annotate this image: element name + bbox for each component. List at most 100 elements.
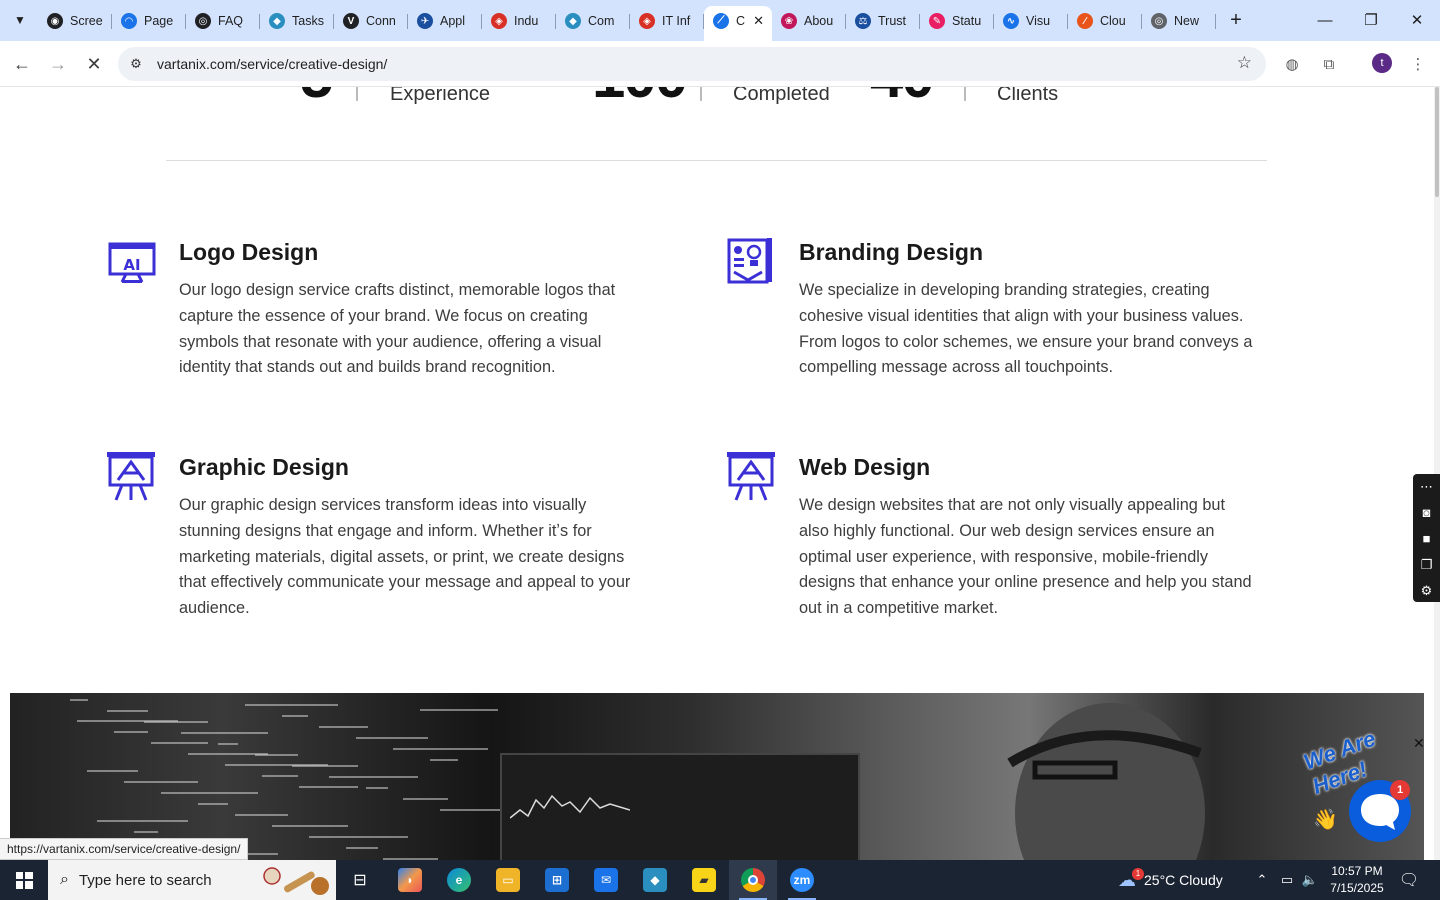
start-button[interactable]	[0, 860, 48, 900]
code-line-graphic	[151, 742, 208, 744]
taskbar-search-placeholder: Type here to search	[78, 871, 212, 889]
window-capture-icon[interactable]: ❐	[1413, 552, 1440, 578]
browser-tab[interactable]: ◎ FAQ	[186, 7, 260, 35]
code-line-graphic	[366, 787, 388, 789]
browser-tab[interactable]: ⚖ Trust	[846, 7, 920, 35]
taskbar-copilot[interactable]: ◗	[386, 860, 434, 900]
code-line-graphic	[161, 792, 258, 794]
new-tab-button[interactable]: +	[1224, 8, 1248, 32]
task-view-icon: ⊟	[353, 872, 367, 889]
stop-loading-button[interactable]: ✕	[79, 49, 109, 79]
weather-text: 25°C Cloudy	[1144, 872, 1223, 888]
network-icon[interactable]: ▭	[1276, 860, 1298, 900]
tab-title: Trust	[878, 14, 907, 28]
code-line-graphic	[134, 831, 158, 833]
page-scrollbar-thumb[interactable]	[1435, 87, 1439, 197]
tab-favicon-icon: ◎	[195, 13, 211, 29]
tab-favicon-icon: ◎	[1151, 13, 1167, 29]
tab-favicon-icon: ◠	[121, 13, 137, 29]
taskbar-file-explorer[interactable]: ▭	[484, 860, 532, 900]
extensions-icon[interactable]: ⧉	[1317, 52, 1341, 76]
browser-tab[interactable]: ✈ Appl	[408, 7, 482, 35]
tab-title: C	[736, 13, 746, 28]
branding-design-icon	[727, 238, 772, 284]
bookmark-star-icon[interactable]: ☆	[1237, 53, 1252, 73]
tab-title: Indu	[514, 14, 539, 28]
tab-favicon-icon: ◈	[491, 13, 507, 29]
taskbar-zoom[interactable]: zm	[778, 860, 826, 900]
search-icon: ⌕	[60, 871, 69, 888]
close-icon: ✕	[1410, 12, 1424, 29]
monitor-chart-graphic	[510, 794, 630, 819]
volume-icon[interactable]: 🔈	[1299, 860, 1321, 900]
translate-icon[interactable]: ◍	[1280, 52, 1304, 76]
browser-tab[interactable]: ⟋ C ✕	[704, 6, 772, 41]
browser-tab[interactable]: ◆ Tasks	[260, 7, 334, 35]
browser-tab[interactable]: ◉ Scree	[38, 7, 112, 35]
taskbar-app-diamond[interactable]: ◆	[631, 860, 679, 900]
address-bar[interactable]: ⚙ vartanix.com/service/creative-design/ …	[118, 47, 1266, 81]
taskbar-weather[interactable]: ☁ 25°C Cloudy	[1118, 860, 1223, 900]
service-desc-graphic-design: Our graphic design services transform id…	[179, 496, 631, 618]
code-line-graphic	[245, 704, 338, 706]
taskbar-store[interactable]: ⊞	[533, 860, 581, 900]
taskbar-clock[interactable]: 10:57 PM 7/15/2025	[1326, 863, 1388, 897]
close-window-button[interactable]: ✕	[1394, 0, 1440, 40]
browser-tab[interactable]: ◠ Page	[112, 7, 186, 35]
tray-overflow-chevron-up-icon[interactable]: ⌃	[1252, 860, 1272, 900]
gear-icon[interactable]: ⚙	[1413, 578, 1440, 604]
more-dots-icon[interactable]: ⋯	[1413, 474, 1440, 500]
tab-search-button[interactable]: ▼	[6, 6, 34, 34]
taskbar-search-box[interactable]: ⌕ Type here to search	[48, 860, 336, 900]
code-line-graphic	[393, 748, 488, 750]
stat-divider	[356, 87, 358, 101]
browser-tab[interactable]: ∕ Clou	[1068, 7, 1142, 35]
taskbar-chrome[interactable]	[729, 860, 777, 900]
tab-favicon-icon: ✎	[929, 13, 945, 29]
task-view-button[interactable]: ⊟	[336, 860, 384, 900]
code-line-graphic	[420, 709, 498, 711]
stat-divider	[964, 87, 966, 101]
more-menu-icon[interactable]: ⋮	[1406, 52, 1430, 76]
tab-title: Abou	[804, 14, 834, 28]
browser-tab[interactable]: ◎ New	[1142, 7, 1216, 35]
browser-tab[interactable]: ❀ Abou	[772, 7, 846, 35]
weather-alert-badge: 1	[1132, 868, 1144, 880]
close-icon: ✕	[86, 53, 102, 74]
tab-close-button[interactable]: ✕	[753, 13, 764, 29]
code-line-graphic	[329, 776, 418, 778]
browser-tab[interactable]: ✎ Statu	[920, 7, 994, 35]
minimize-icon: —	[1317, 11, 1333, 29]
code-line-graphic	[282, 715, 308, 717]
url-text[interactable]: vartanix.com/service/creative-design/	[157, 56, 387, 72]
tab-title: Visu	[1026, 14, 1051, 28]
forward-button[interactable]: →	[43, 49, 73, 79]
notification-center-icon[interactable]: 🗨	[1394, 860, 1424, 900]
minimize-button[interactable]: —	[1302, 0, 1348, 40]
tab-favicon-icon: ∕	[1077, 13, 1093, 29]
restore-button[interactable]: ❐	[1348, 0, 1394, 40]
browser-tab[interactable]: ◈ Indu	[482, 7, 556, 35]
clock-date: 7/15/2025	[1330, 881, 1384, 895]
tab-title: Conn	[366, 14, 396, 28]
taskbar-sticky-notes[interactable]: ▰	[680, 860, 728, 900]
back-button[interactable]: ←	[7, 49, 37, 79]
browser-tab[interactable]: V Conn	[334, 7, 408, 35]
browser-tab[interactable]: ◈ IT Inf	[630, 7, 704, 35]
stat-divider	[700, 87, 702, 101]
search-highlight-art	[263, 867, 329, 895]
browser-tab[interactable]: ∿ Visu	[994, 7, 1068, 35]
tab-title: Tasks	[292, 14, 324, 28]
taskbar-edge[interactable]: e	[435, 860, 483, 900]
taskbar-mail[interactable]: ✉	[582, 860, 630, 900]
service-title-web-design: Web Design	[799, 454, 931, 480]
tab-title: Scree	[70, 14, 103, 28]
site-info-icon[interactable]: ⚙	[126, 54, 146, 74]
camera-icon[interactable]: ◙	[1413, 500, 1440, 526]
hero-coding-image	[10, 693, 1424, 860]
code-line-graphic	[272, 825, 348, 827]
profile-avatar[interactable]: t	[1372, 53, 1392, 73]
service-title-logo-design: Logo Design	[179, 239, 319, 265]
video-camera-icon[interactable]: ■	[1413, 526, 1440, 552]
browser-tab[interactable]: ◆ Com	[556, 7, 630, 35]
